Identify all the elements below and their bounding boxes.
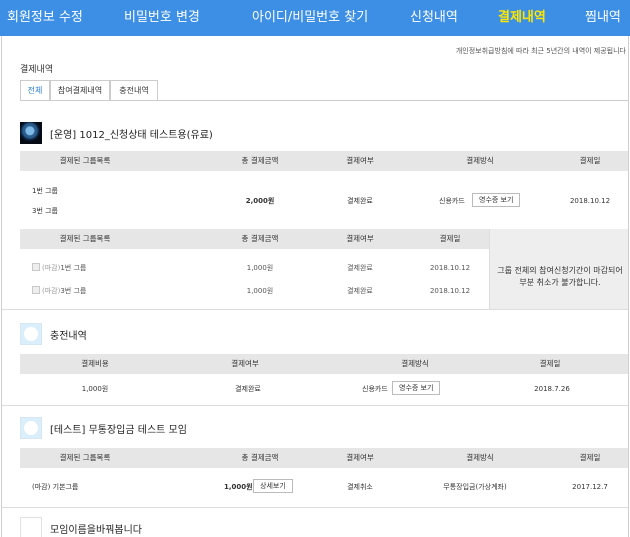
receipt-button[interactable]: 영수증 보기 <box>392 381 441 395</box>
col-payment-date: 결제일 <box>579 453 601 462</box>
divider <box>2 309 628 310</box>
group-name: 1번 그룹 <box>60 264 87 272</box>
top-navigation: 회원정보 수정 비밀번호 변경 아이디/비밀번호 찾기 신청내역 결제내역 찜내… <box>0 0 630 36</box>
charge-date: 2018.7.26 <box>534 385 570 393</box>
tabs-divider <box>20 100 628 101</box>
payment-status: 결제완료 <box>347 197 373 205</box>
date: 2018.10.12 <box>429 264 471 272</box>
col-payment-status: 결제여부 <box>346 453 374 462</box>
group-title[interactable]: [운영] 1012_신청상태 테스트용(유료) <box>50 126 213 141</box>
group-name: 3번 그룹 <box>32 207 58 215</box>
col-total-amount: 총 결제금액 <box>241 453 279 462</box>
col-payment-method: 결제방식 <box>466 453 494 462</box>
date: 2018.10.12 <box>429 287 471 295</box>
divider <box>2 507 628 508</box>
col-payment-method: 결제방식 <box>401 359 429 368</box>
col-payment-status: 결제여부 <box>346 156 374 165</box>
payment-date: 2018.10.12 <box>569 197 611 205</box>
cancel-notice-box: 그룹 전체의 참여신청기간이 마감되어 부분 취소가 불가합니다. <box>489 229 628 309</box>
col-payment-date: 결제일 <box>439 234 461 243</box>
col-cost: 결제비용 <box>81 359 109 368</box>
tab-participation-payments[interactable]: 참여결제내역 <box>50 80 110 101</box>
charge-table-header: 결제비용 결제여부 결제방식 결제일 <box>20 354 628 374</box>
tab-charge-history[interactable]: 충전내역 <box>110 80 158 101</box>
payment-method: 신용카드 <box>439 197 465 205</box>
col-payment-date: 결제일 <box>539 359 561 368</box>
group-name: 3번 그룹 <box>60 287 87 295</box>
charge-status: 결제완료 <box>235 385 261 393</box>
status: 결제완료 <box>347 287 373 295</box>
payment-status: 결제취소 <box>347 483 373 491</box>
charge-title: 충전내역 <box>50 330 87 342</box>
payment-date: 2017.12.7 <box>572 483 608 491</box>
amount: 1,000원 <box>246 264 274 272</box>
cancel-notice-text: 그룹 전체의 참여신청기간이 마감되어 부분 취소가 불가합니다. <box>497 266 623 287</box>
col-total-amount: 총 결제금액 <box>241 156 279 165</box>
group-title-row: 모임이름을바꿔봅니다 <box>20 516 142 537</box>
group-name: (마감) 기본그룹 <box>32 483 79 491</box>
nav-edit-profile[interactable]: 회원정보 수정 <box>7 0 83 36</box>
col-payment-status: 결제여부 <box>346 234 374 243</box>
charge-amount: 1,000원 <box>81 385 109 393</box>
group-title-row: [테스트] 무통장입금 테스트 모임 <box>20 416 187 440</box>
logo-placeholder-icon <box>20 323 42 345</box>
col-groups: 결제된 그룹목록 <box>59 453 111 462</box>
earth-image-icon <box>20 122 42 144</box>
checkbox-disabled[interactable] <box>32 286 40 294</box>
col-total-amount: 총 결제금액 <box>241 234 279 243</box>
nav-wishlist[interactable]: 찜내역 <box>585 0 621 36</box>
tab-all[interactable]: 전체 <box>20 80 50 101</box>
col-payment-method: 결제방식 <box>466 156 494 165</box>
amount: 1,000원 <box>246 287 274 295</box>
nav-applications[interactable]: 신청내역 <box>410 0 458 36</box>
status: 결제완료 <box>347 264 373 272</box>
nav-find-id-password[interactable]: 아이디/비밀번호 찾기 <box>252 0 368 36</box>
group-title-row: [운영] 1012_신청상태 테스트용(유료) <box>20 121 213 145</box>
nav-change-password[interactable]: 비밀번호 변경 <box>124 0 200 36</box>
table-header: 결제된 그룹목록 총 결제금액 결제여부 결제방식 결제일 <box>20 151 628 171</box>
retention-notice: 개인정보취급방침에 따라 최근 5년간의 내역이 제공됩니다 <box>455 47 626 55</box>
list-item: (마감)1번 그룹 <box>32 262 86 274</box>
group-title[interactable]: 모임이름을바꿔봅니다 <box>50 521 142 536</box>
payment-method: 무통장입금(가상계좌) <box>443 483 507 491</box>
group-title[interactable]: [테스트] 무통장입금 테스트 모임 <box>50 421 187 436</box>
blank-thumbnail-icon <box>20 517 42 537</box>
group-name: 1번 그룹 <box>32 187 58 195</box>
col-payment-date: 결제일 <box>579 156 601 165</box>
closed-label: (마감) <box>42 264 61 272</box>
receipt-button[interactable]: 영수증 보기 <box>472 193 521 207</box>
col-groups: 결제된 그룹목록 <box>59 156 111 165</box>
total-amount: 1,000원 <box>224 483 253 491</box>
list-item: (마감)3번 그룹 <box>32 285 86 297</box>
total-amount: 2,000원 <box>245 197 275 205</box>
closed-label: (마감) <box>42 287 61 295</box>
detail-button[interactable]: 상세보기 <box>253 479 293 493</box>
checkbox-disabled[interactable] <box>32 263 40 271</box>
table-header: 결제된 그룹목록 총 결제금액 결제여부 결제방식 결제일 <box>20 448 628 468</box>
col-payment-status: 결제여부 <box>231 359 259 368</box>
sub-table-header: 결제된 그룹목록 총 결제금액 결제여부 결제일 <box>20 229 489 249</box>
charge-title-row: 충전내역 <box>20 322 87 346</box>
col-groups: 결제된 그룹목록 <box>59 234 111 243</box>
charge-method: 신용카드 <box>362 385 388 393</box>
divider <box>2 405 628 406</box>
nav-payments[interactable]: 결제내역 <box>498 0 546 36</box>
section-title: 결제내역 <box>20 65 54 75</box>
logo-placeholder-icon <box>20 417 42 439</box>
